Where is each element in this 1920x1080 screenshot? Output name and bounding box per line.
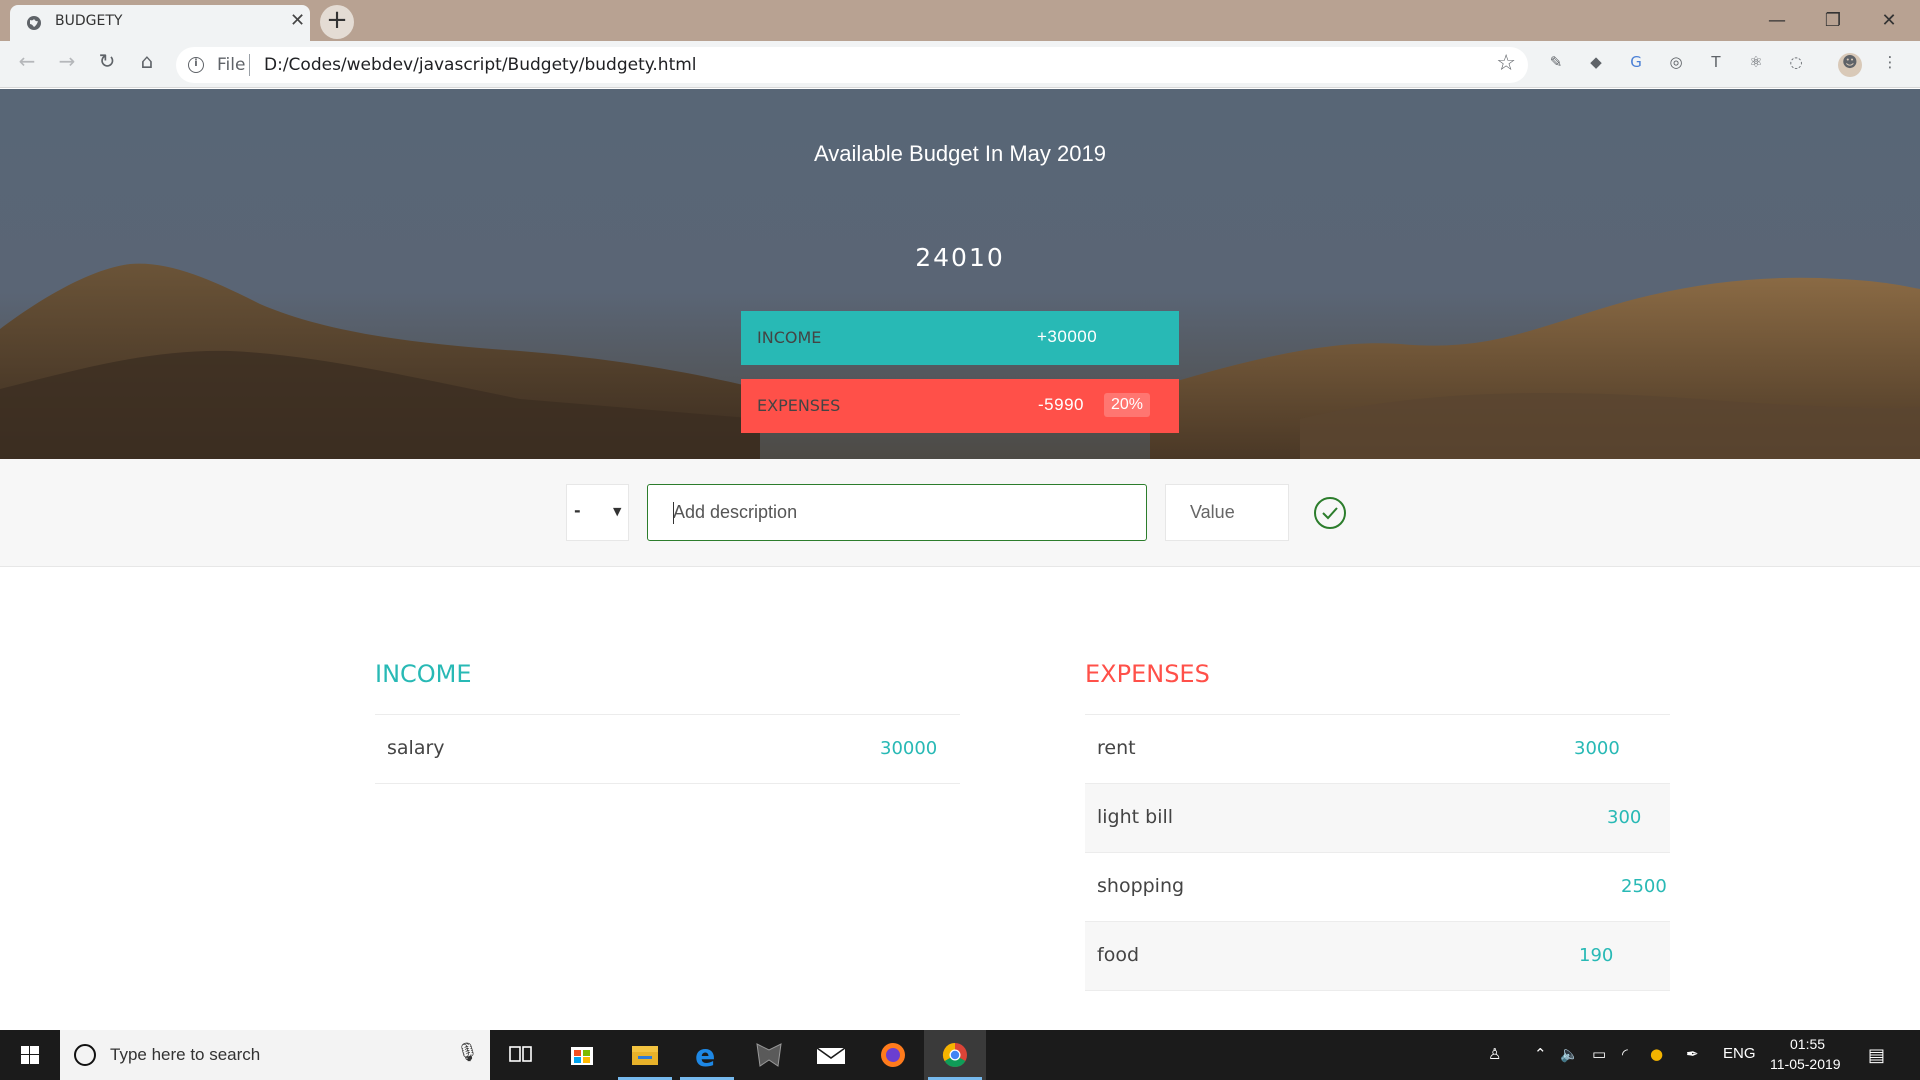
expenses-percentage-badge: 20%: [1104, 393, 1151, 417]
info-icon[interactable]: i: [188, 57, 204, 73]
cortana-icon: [74, 1044, 96, 1066]
expenses-summary: EXPENSES -5990 20%: [741, 379, 1179, 433]
predator-app-icon[interactable]: [738, 1030, 800, 1080]
type-select-value: -: [574, 501, 581, 520]
income-item[interactable]: salary 30000: [375, 715, 960, 784]
camera-extension-icon[interactable]: ◎: [1664, 53, 1688, 77]
windows-logo-icon: [21, 1046, 39, 1064]
translate-extension-icon[interactable]: G: [1624, 53, 1648, 77]
minimize-button[interactable]: —: [1754, 6, 1800, 36]
expenses-list-title: EXPENSES: [1085, 660, 1210, 688]
back-icon[interactable]: ←: [11, 49, 43, 81]
income-summary: INCOME +30000: [741, 311, 1179, 365]
text-extension-icon[interactable]: T: [1704, 53, 1728, 77]
expense-item[interactable]: light bill 300: [1085, 784, 1670, 853]
menu-kebab-icon[interactable]: ⋮: [1878, 53, 1902, 77]
income-list-title: INCOME: [375, 660, 472, 688]
eyedropper-extension-icon[interactable]: ✎: [1544, 53, 1568, 77]
chrome-icon[interactable]: [924, 1030, 986, 1080]
clock-date[interactable]: 11-05-2019: [1770, 1056, 1841, 1072]
clock-time[interactable]: 01:55: [1790, 1036, 1825, 1052]
maximize-button[interactable]: ❐: [1810, 6, 1856, 36]
firefox-icon[interactable]: [862, 1030, 924, 1080]
expense-item-description: food: [1097, 944, 1139, 966]
budget-title: Available Budget In May 2019: [814, 141, 1106, 166]
globe-icon: [27, 16, 41, 30]
microphone-icon[interactable]: 🎙: [456, 1042, 479, 1063]
add-item-bar: - ▼: [0, 459, 1920, 567]
expenses-summary-value: -5990: [1038, 395, 1084, 414]
forward-icon[interactable]: →: [51, 49, 83, 81]
task-view-icon[interactable]: [490, 1030, 552, 1080]
expenses-summary-label: EXPENSES: [757, 396, 841, 415]
pen-icon[interactable]: ✒: [1686, 1045, 1699, 1063]
expense-item[interactable]: food 190: [1085, 922, 1670, 991]
close-window-button[interactable]: ✕: [1866, 6, 1912, 36]
expense-item[interactable]: rent 3000: [1085, 715, 1670, 784]
mail-icon[interactable]: [800, 1030, 862, 1080]
refresh-extension-icon[interactable]: ◌: [1784, 53, 1808, 77]
income-summary-value: +30000: [1037, 327, 1098, 346]
browser-toolbar: ← → ↻ ⌂ i File D:/Codes/webdev/javascrip…: [0, 41, 1920, 88]
volume-icon[interactable]: 🔈: [1560, 1045, 1579, 1063]
language-indicator[interactable]: ENG: [1723, 1045, 1756, 1062]
expense-item-description: light bill: [1097, 806, 1174, 828]
taskbar-search-placeholder: Type here to search: [110, 1045, 261, 1064]
action-center-icon[interactable]: ▤: [1868, 1045, 1885, 1066]
checkmark-icon: [1322, 507, 1338, 520]
bookmark-star-icon[interactable]: ☆: [1496, 51, 1516, 76]
type-select[interactable]: - ▼: [566, 484, 629, 541]
expense-item[interactable]: shopping 2500: [1085, 853, 1670, 922]
income-summary-label: INCOME: [757, 328, 822, 347]
start-button[interactable]: [0, 1030, 60, 1080]
income-list: salary 30000: [375, 714, 960, 784]
reload-icon[interactable]: ↻: [91, 49, 123, 81]
tab-title: BUDGETY: [55, 13, 123, 29]
url-scheme: File: [217, 55, 246, 75]
expense-item-value: 300: [1607, 807, 1642, 828]
dropdown-caret-icon: ▼: [613, 505, 622, 518]
show-hidden-icons-chevron-icon[interactable]: ⌃: [1534, 1045, 1547, 1063]
expense-item-value: 2500: [1621, 876, 1667, 897]
svg-text:e: e: [695, 1039, 715, 1074]
expense-item-description: shopping: [1097, 875, 1185, 897]
eraser-extension-icon[interactable]: ◆: [1584, 53, 1608, 77]
expense-item-value: 190: [1579, 945, 1614, 966]
react-extension-icon[interactable]: ⚛: [1744, 53, 1768, 77]
add-checkmark-button[interactable]: [1314, 497, 1346, 529]
url-text[interactable]: D:/Codes/webdev/javascript/Budgety/budge…: [264, 55, 697, 75]
expenses-list: rent 3000 light bill 300 shopping 2500 f…: [1085, 714, 1670, 991]
url-separator: [249, 54, 250, 76]
home-icon[interactable]: ⌂: [131, 49, 163, 81]
tab-close-icon[interactable]: ✕: [290, 11, 305, 31]
value-input[interactable]: [1165, 484, 1289, 541]
browser-tab-bar: BUDGETY ✕ + — ❐ ✕: [0, 0, 1920, 41]
address-bar[interactable]: i File D:/Codes/webdev/javascript/Budget…: [176, 47, 1528, 83]
text-cursor: [673, 502, 674, 524]
browser-tab[interactable]: BUDGETY ✕: [10, 5, 310, 41]
budget-header: Available Budget In May 2019 24010 INCOM…: [0, 89, 1920, 459]
file-explorer-icon[interactable]: [614, 1030, 676, 1080]
windows-taskbar: Type here to search 🎙 e ♙ ⌃ 🔈 ▭ ◜ ● ✒ EN…: [0, 1030, 1920, 1080]
income-item-value: 30000: [880, 738, 938, 759]
battery-icon[interactable]: ▭: [1592, 1045, 1606, 1063]
wifi-icon[interactable]: ◜: [1622, 1045, 1628, 1063]
store-icon[interactable]: [552, 1030, 614, 1080]
people-icon[interactable]: ♙: [1488, 1045, 1501, 1063]
security-alert-icon[interactable]: ●: [1650, 1045, 1663, 1063]
available-budget-value: 24010: [915, 243, 1005, 272]
profile-avatar-icon[interactable]: ☻: [1838, 53, 1862, 77]
expense-item-description: rent: [1097, 737, 1136, 759]
income-item-description: salary: [387, 737, 445, 759]
description-input[interactable]: [647, 484, 1147, 541]
expense-item-value: 3000: [1574, 738, 1620, 759]
new-tab-button[interactable]: +: [320, 5, 354, 39]
edge-icon[interactable]: e: [676, 1030, 738, 1080]
taskbar-search[interactable]: Type here to search 🎙: [60, 1030, 490, 1080]
